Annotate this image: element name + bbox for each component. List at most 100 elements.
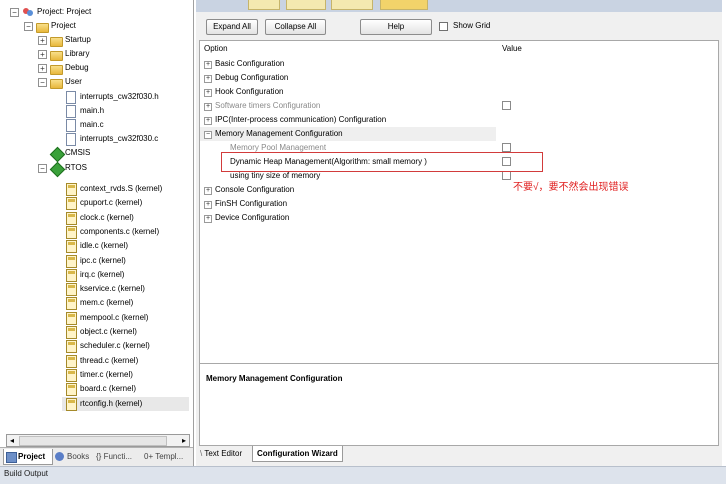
tree-file[interactable]: context_rvds.S (kernel)	[0, 182, 190, 196]
file-tab-active[interactable]	[380, 0, 428, 10]
status-bar: Build Output	[0, 466, 726, 484]
tree-project[interactable]: − Project	[0, 19, 190, 33]
collapse-toggle[interactable]: −	[38, 78, 47, 87]
tree-file-label: cpuport.c (kernel)	[80, 198, 143, 208]
option-row[interactable]: + Basic Configuration	[200, 57, 718, 71]
tree-group-library[interactable]: + Library	[0, 47, 190, 61]
expand-toggle[interactable]: +	[38, 50, 47, 59]
expand-icon[interactable]: +	[204, 117, 212, 125]
kernel-file-icon	[66, 383, 77, 397]
value-checkbox[interactable]	[502, 143, 511, 152]
option-row[interactable]: + FinSH Configuration	[200, 197, 718, 211]
tab-configuration-wizard[interactable]: Configuration Wizard	[252, 446, 343, 462]
tab-label: Books	[67, 452, 90, 461]
tree-file[interactable]: thread.c (kernel)	[0, 354, 190, 368]
configuration-wizard-pane: Expand All Collapse All Help Show Grid O…	[196, 0, 722, 466]
tree-file-label: thread.c (kernel)	[80, 355, 139, 365]
kernel-file-icon	[66, 326, 77, 339]
option-row[interactable]: + Hook Configuration	[200, 85, 718, 99]
expand-icon[interactable]: +	[204, 215, 212, 223]
scroll-thumb[interactable]	[19, 436, 167, 446]
tree-group-debug[interactable]: + Debug	[0, 61, 190, 75]
tree-file-label: rtconfig.h (kernel)	[80, 398, 143, 408]
tree-file[interactable]: clock.c (kernel)	[0, 211, 190, 225]
horizontal-scrollbar[interactable]: ◂ ▸	[6, 434, 190, 447]
tab-templates[interactable]: 0+ Templ...	[142, 449, 194, 464]
kernel-file-icon	[66, 311, 77, 325]
tree-file[interactable]: cpuport.c (kernel)	[0, 196, 190, 211]
tree-file[interactable]: components.c (kernel)	[0, 225, 190, 239]
file-tab[interactable]	[286, 0, 326, 10]
option-row[interactable]: + IPC(Inter-process communication) Confi…	[200, 113, 718, 127]
collapse-all-button[interactable]: Collapse All	[265, 19, 326, 35]
tree-file[interactable]: scheduler.c (kernel)	[0, 339, 190, 354]
tree-file[interactable]: object.c (kernel)	[0, 325, 190, 339]
expand-all-button[interactable]: Expand All	[206, 19, 258, 35]
collapse-icon[interactable]: −	[204, 131, 212, 139]
tree-file[interactable]: board.c (kernel)	[0, 382, 190, 397]
scroll-right-arrow-icon[interactable]: ▸	[179, 435, 189, 446]
tree-group-label: Startup	[65, 35, 91, 44]
tree-file[interactable]: irq.c (kernel)	[0, 268, 190, 282]
file-tab[interactable]	[331, 0, 373, 10]
expand-icon[interactable]: +	[204, 201, 212, 209]
scroll-left-arrow-icon[interactable]: ◂	[7, 435, 17, 446]
kernel-file-icon	[66, 197, 77, 211]
option-row-expanded[interactable]: − Memory Management Configuration	[200, 127, 496, 141]
tree-file[interactable]: mem.c (kernel)	[0, 296, 190, 311]
file-tab[interactable]	[248, 0, 280, 10]
kernel-file-icon	[66, 240, 77, 254]
tree-group-rtos[interactable]: − RTOS	[0, 161, 190, 178]
kernel-file-icon	[66, 397, 77, 411]
expand-toggle[interactable]: +	[38, 36, 47, 45]
tree-file-label: interrupts_cw32f030.c	[80, 134, 159, 143]
expand-icon[interactable]: +	[204, 103, 212, 111]
tree-group-startup[interactable]: + Startup	[0, 33, 190, 47]
editor-file-tabs	[196, 0, 722, 12]
option-label: Basic Configuration	[215, 59, 285, 68]
tree-file[interactable]: main.h	[0, 104, 190, 118]
tree-file[interactable]: main.c	[0, 118, 190, 132]
tree-root[interactable]: − Project: Project	[0, 5, 190, 19]
collapse-toggle[interactable]: −	[10, 8, 19, 17]
kernel-file-icon	[66, 254, 77, 268]
expand-icon[interactable]: +	[204, 61, 212, 69]
value-checkbox[interactable]	[502, 171, 511, 180]
option-row[interactable]: + Software timers Configuration	[200, 99, 718, 113]
tab-label: {} Functi...	[96, 452, 133, 461]
expand-toggle[interactable]: +	[38, 64, 47, 73]
tree-file-label: board.c (kernel)	[80, 384, 137, 394]
help-button[interactable]: Help	[360, 19, 432, 35]
option-label: Debug Configuration	[215, 73, 289, 82]
expand-icon[interactable]: +	[204, 75, 212, 83]
tab-project[interactable]: Project	[3, 449, 53, 465]
value-checkbox[interactable]	[502, 101, 511, 110]
tree-file[interactable]: mempool.c (kernel)	[0, 311, 190, 325]
tree-file[interactable]: idle.c (kernel)	[0, 239, 190, 254]
build-output-label[interactable]: Build Output	[4, 469, 48, 478]
tab-text-editor[interactable]: \ Text Editor	[200, 446, 242, 461]
show-grid-checkbox[interactable]	[439, 22, 448, 31]
tree-file-selected[interactable]: rtconfig.h (kernel)	[62, 396, 189, 411]
option-row[interactable]: + Debug Configuration	[200, 71, 718, 85]
header-file-icon	[66, 91, 76, 104]
tree-file-label: interrupts_cw32f030.h	[80, 92, 159, 101]
option-label: Console Configuration	[215, 185, 295, 194]
tree-file[interactable]: timer.c (kernel)	[0, 368, 190, 382]
expand-icon[interactable]: +	[204, 89, 212, 97]
expand-icon[interactable]: +	[204, 187, 212, 195]
tree-file[interactable]: kservice.c (kernel)	[0, 282, 190, 297]
project-tree: − Project: Project − Project + Startup +…	[0, 0, 193, 432]
tab-functions[interactable]: {} Functi...	[94, 449, 142, 464]
tree-file[interactable]: interrupts_cw32f030.h	[0, 90, 190, 104]
open-folder-icon	[50, 79, 63, 89]
collapse-toggle[interactable]: −	[24, 22, 33, 31]
show-grid-label: Show Grid	[453, 21, 491, 30]
option-row[interactable]: + Device Configuration	[200, 211, 718, 225]
tree-group-user[interactable]: − User	[0, 75, 190, 89]
collapse-toggle[interactable]: −	[38, 164, 47, 173]
option-row[interactable]: + Console Configuration	[200, 183, 718, 197]
tree-group-cmsis[interactable]: CMSIS	[0, 146, 190, 163]
tree-file[interactable]: interrupts_cw32f030.c	[0, 132, 190, 146]
tree-file[interactable]: ipc.c (kernel)	[0, 254, 190, 268]
